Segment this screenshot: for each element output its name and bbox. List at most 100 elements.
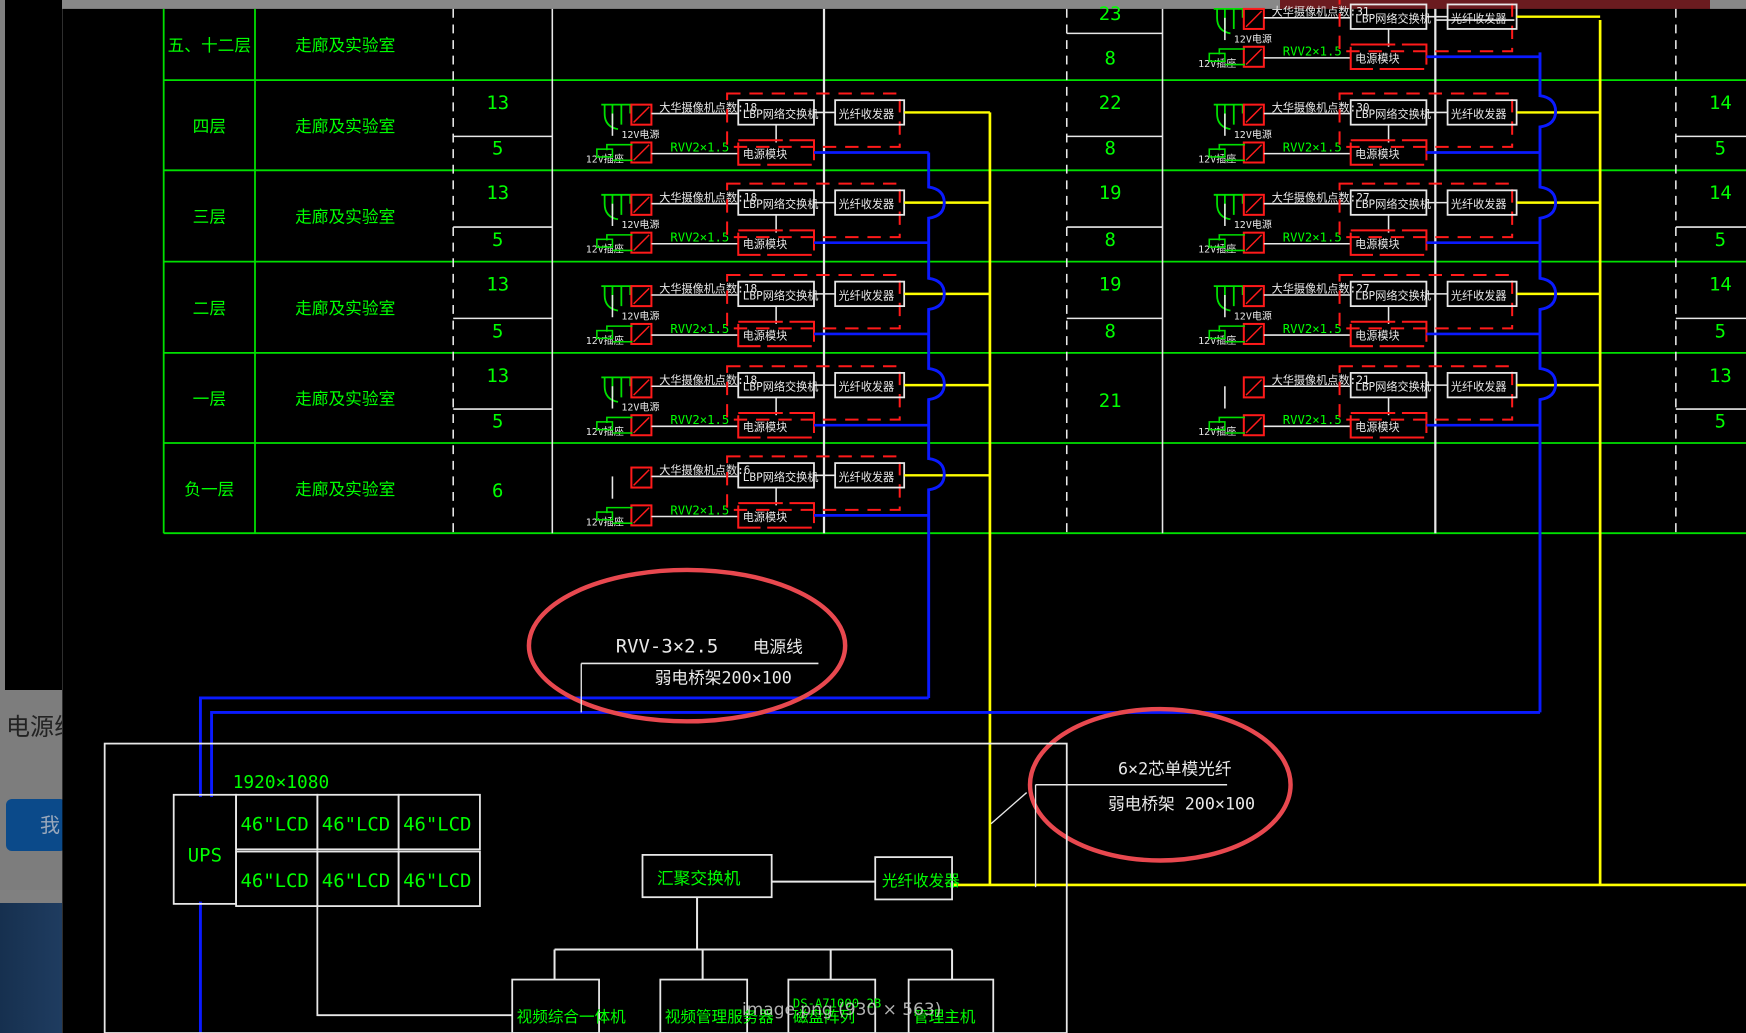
count-value: 6	[492, 480, 503, 502]
power-module-label: 电源模块	[1355, 420, 1400, 434]
power-cable-label: RVV2×1.5	[670, 503, 729, 517]
lcd-label: 46"LCD	[403, 813, 471, 835]
floor-label: 四层	[193, 116, 226, 136]
socket-label: 12V插座	[586, 243, 624, 256]
area-label: 走廊及实验室	[295, 479, 395, 499]
count-value: 14	[1709, 182, 1732, 204]
fiber-transceiver-label: 光纤收发器	[1451, 11, 1507, 25]
power-cable-spec: RVV-3×2.5	[616, 635, 718, 657]
lcd-label: 46"LCD	[403, 870, 471, 892]
socket-label: 12V插座	[1198, 334, 1236, 347]
area-label: 走廊及实验室	[295, 207, 395, 227]
count-value: 13	[486, 274, 509, 296]
count-value: 23	[1099, 3, 1122, 25]
lcd-label: 46"LCD	[322, 813, 390, 835]
socket-label: 12V插座	[1198, 425, 1236, 438]
power-module-label: 电源模块	[1355, 147, 1400, 161]
floor-label: 三层	[193, 207, 226, 227]
power-module-label: 电源模块	[743, 237, 788, 251]
power-module-label: 电源模块	[743, 147, 788, 161]
socket-label: 12V插座	[586, 515, 624, 528]
floor-label: 五、十二层	[168, 35, 251, 55]
fiber-transceiver-label: 光纤收发器	[838, 107, 894, 121]
fiber-transceiver-room-label: 光纤收发器	[882, 872, 960, 890]
power-cable-label: RVV2×1.5	[1283, 140, 1342, 154]
power-cable-label: RVV2×1.5	[670, 413, 729, 427]
fiber-tray-spec: 弱电桥架 200×100	[1108, 793, 1255, 813]
power-cable-label: RVV2×1.5	[1283, 231, 1342, 245]
camera-count-label: 大华摄像机点数:6	[659, 463, 750, 477]
fiber-transceiver-label: 光纤收发器	[1451, 197, 1507, 211]
switch-label: LBP网络交换机	[743, 107, 819, 121]
lcd-label: 46"LCD	[241, 870, 309, 892]
fiber-transceiver-label: 光纤收发器	[838, 197, 894, 211]
power-cable-label: RVV2×1.5	[670, 322, 729, 336]
count-value: 5	[1715, 320, 1726, 342]
server-label: 视频综合一体机	[517, 1008, 626, 1026]
power-cable-label: RVV2×1.5	[1283, 45, 1342, 59]
socket-label: 12V插座	[1198, 153, 1236, 166]
switch-label: LBP网络交换机	[743, 197, 819, 211]
power-module-label: 电源模块	[1355, 51, 1400, 65]
power-module-label: 电源模块	[743, 510, 788, 524]
area-label: 走廊及实验室	[295, 116, 395, 136]
count-value: 5	[1715, 229, 1726, 251]
floor-label: 一层	[193, 389, 226, 409]
power-cable-label: RVV2×1.5	[670, 231, 729, 245]
fiber-transceiver-label: 光纤收发器	[1451, 107, 1507, 121]
power-module-label: 电源模块	[1355, 329, 1400, 343]
count-value: 8	[1104, 48, 1115, 70]
socket-label: 12V插座	[586, 153, 624, 166]
lcd-label: 46"LCD	[241, 813, 309, 835]
power-cable-label: RVV2×1.5	[670, 140, 729, 154]
socket-label: 12V插座	[1198, 243, 1236, 256]
power-supply-label: 12V电源	[621, 401, 659, 414]
count-value: 19	[1099, 182, 1122, 204]
count-value: 8	[1104, 320, 1115, 342]
fiber-transceiver-label: 光纤收发器	[1451, 380, 1507, 394]
power-module-label: 电源模块	[743, 329, 788, 343]
power-module-label: 电源模块	[743, 420, 788, 434]
power-cable-label: RVV2×1.5	[1283, 413, 1342, 427]
power-tray-spec: 弱电桥架200×100	[655, 667, 792, 687]
count-value: 13	[1709, 365, 1732, 387]
power-cable-label: RVV2×1.5	[1283, 322, 1342, 336]
switch-label: LBP网络交换机	[743, 288, 819, 302]
fiber-transceiver-label: 光纤收发器	[1451, 288, 1507, 302]
count-value: 5	[492, 229, 503, 251]
count-value: 5	[1715, 138, 1726, 160]
power-supply-label: 12V电源	[1234, 309, 1272, 322]
count-value: 19	[1099, 274, 1122, 296]
count-value: 14	[1709, 274, 1732, 296]
fiber-transceiver-label: 光纤收发器	[838, 288, 894, 302]
floor-label: 负一层	[184, 479, 234, 499]
area-label: 走廊及实验室	[295, 389, 395, 409]
switch-label: LBP网络交换机	[1355, 288, 1431, 302]
ups-label: UPS	[188, 845, 222, 867]
count-value: 5	[1715, 410, 1726, 432]
switch-label: LBP网络交换机	[1355, 197, 1431, 211]
power-module-label: 电源模块	[1355, 237, 1400, 251]
socket-label: 12V插座	[586, 334, 624, 347]
power-cable-type: 电源线	[753, 636, 803, 656]
fiber-cable-spec: 6×2芯单模光纤	[1118, 759, 1232, 779]
socket-label: 12V插座	[586, 425, 624, 438]
area-label: 走廊及实验室	[295, 298, 395, 318]
power-supply-label: 12V电源	[621, 309, 659, 322]
area-label: 走廊及实验室	[295, 35, 395, 55]
count-value: 5	[492, 410, 503, 432]
floor-label: 二层	[193, 298, 226, 318]
resolution-label: 1920×1080	[233, 772, 329, 793]
count-value: 5	[492, 320, 503, 342]
switch-label: LBP网络交换机	[1355, 380, 1431, 394]
switch-label: LBP网络交换机	[1355, 11, 1431, 25]
switch-label: LBP网络交换机	[743, 470, 819, 484]
count-value: 22	[1099, 92, 1122, 114]
count-value: 14	[1709, 92, 1732, 114]
lcd-label: 46"LCD	[322, 870, 390, 892]
fiber-transceiver-label: 光纤收发器	[838, 380, 894, 394]
socket-label: 12V插座	[1198, 57, 1236, 70]
cad-drawing[interactable]: 五、十二层 走廊及实验室四层 走廊及实验室135三层 走廊及实验室135二层 走廊及实验…	[0, 0, 1746, 1033]
count-value: 5	[492, 138, 503, 160]
count-value: 8	[1104, 229, 1115, 251]
